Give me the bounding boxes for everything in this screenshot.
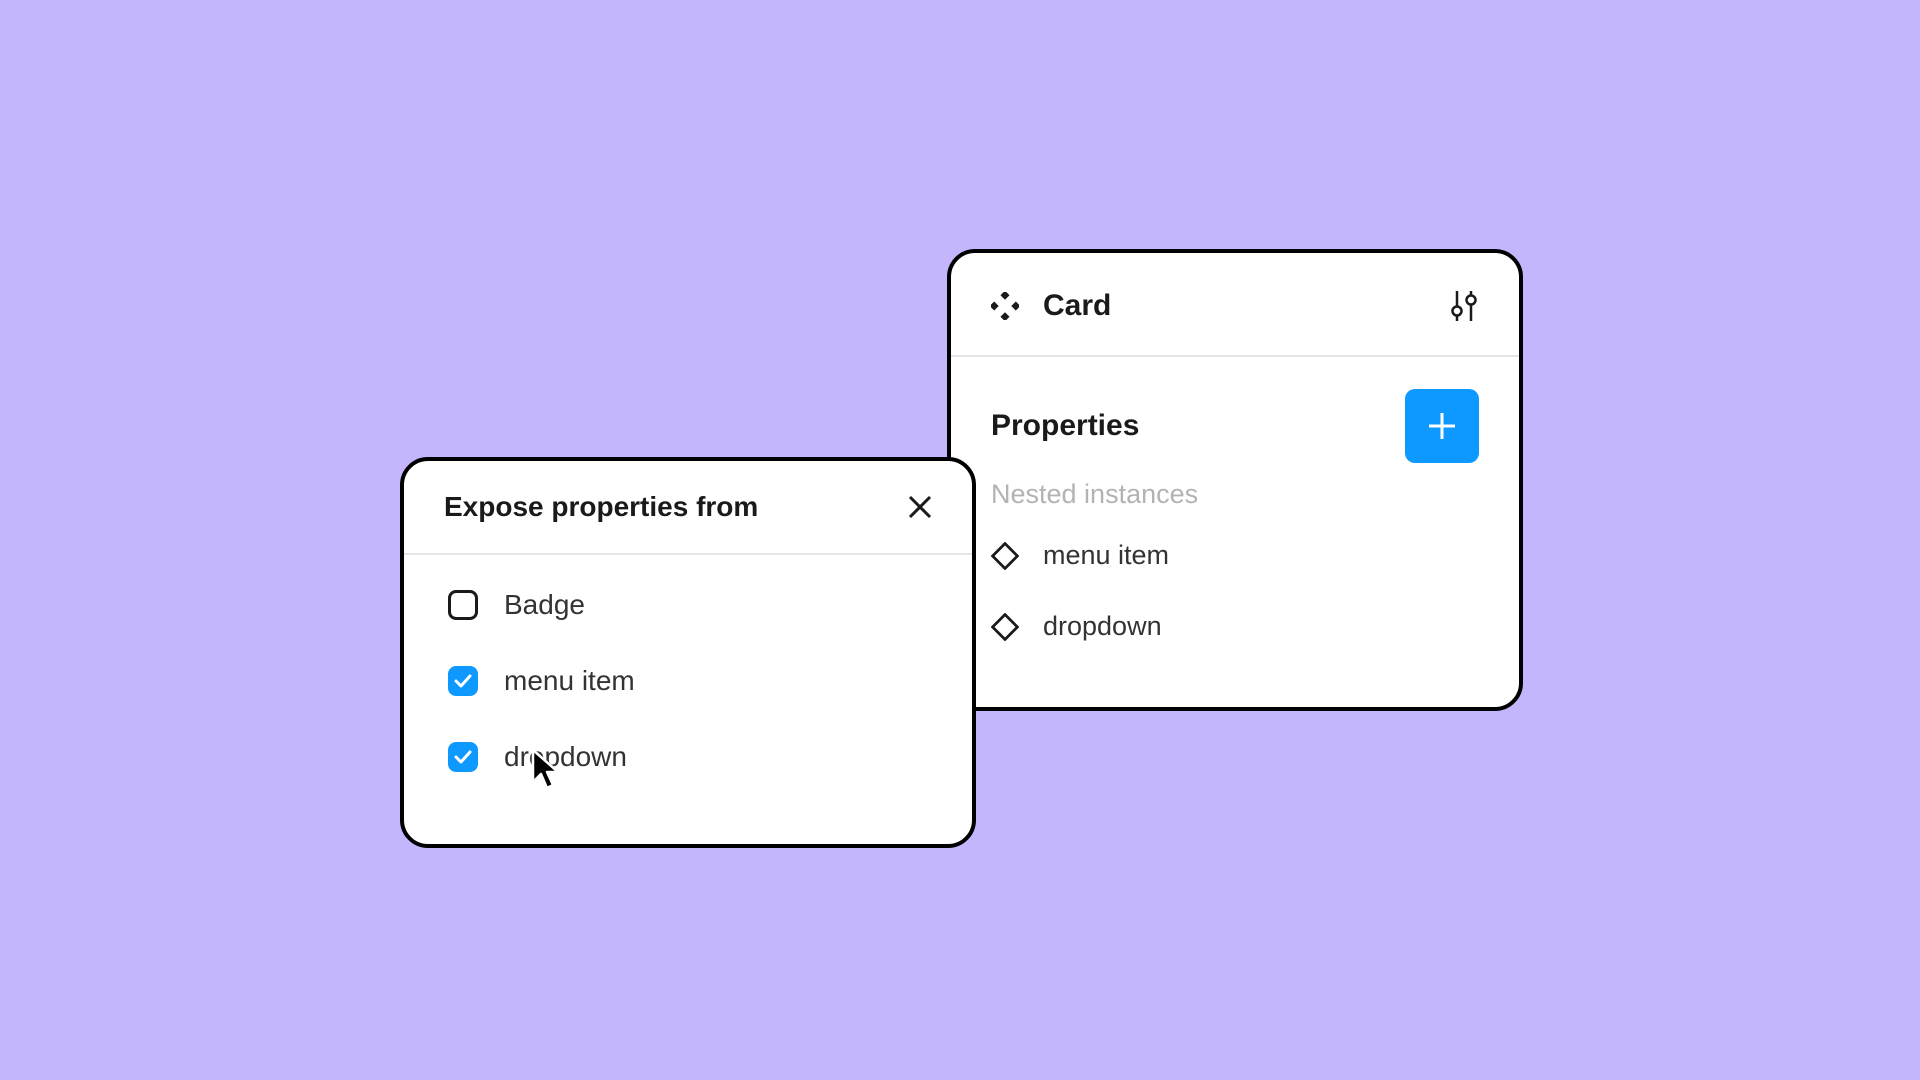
dialog-body: Badge menu item dropdown [404,555,972,807]
checkbox-label: dropdown [504,741,627,773]
plus-icon [1425,409,1459,443]
instance-label: dropdown [1043,611,1162,642]
instance-icon [991,542,1019,570]
check-icon [454,750,472,764]
instance-label: menu item [1043,540,1169,571]
panel-title-wrap: Card [991,289,1111,323]
checkbox-row-dropdown[interactable]: dropdown [448,741,928,773]
panel-body: Properties Nested instances menu item [951,357,1519,722]
nested-instance-item[interactable]: menu item [991,540,1479,571]
properties-row: Properties [991,389,1479,463]
panel-title: Card [1043,289,1111,323]
checkbox-row-badge[interactable]: Badge [448,589,928,621]
expose-properties-dialog: Expose properties from Badge menu i [400,457,976,848]
checkbox-unchecked[interactable] [448,590,478,620]
nested-instance-item[interactable]: dropdown [991,611,1479,642]
close-button[interactable] [904,491,936,523]
instance-icon [991,613,1019,641]
checkbox-label: Badge [504,589,585,621]
panel-header: Card [951,253,1519,357]
dialog-header: Expose properties from [404,461,972,555]
check-icon [454,674,472,688]
dialog-title: Expose properties from [444,491,758,523]
close-icon [906,493,934,521]
checkbox-label: menu item [504,665,635,697]
checkbox-checked[interactable] [448,742,478,772]
component-set-icon [991,292,1019,320]
checkbox-checked[interactable] [448,666,478,696]
checkbox-row-menu-item[interactable]: menu item [448,665,928,697]
properties-panel: Card Properties [947,249,1523,711]
sliders-icon[interactable] [1449,291,1479,321]
add-property-button[interactable] [1405,389,1479,463]
nested-instances-label: Nested instances [991,479,1479,510]
properties-label: Properties [991,409,1139,443]
